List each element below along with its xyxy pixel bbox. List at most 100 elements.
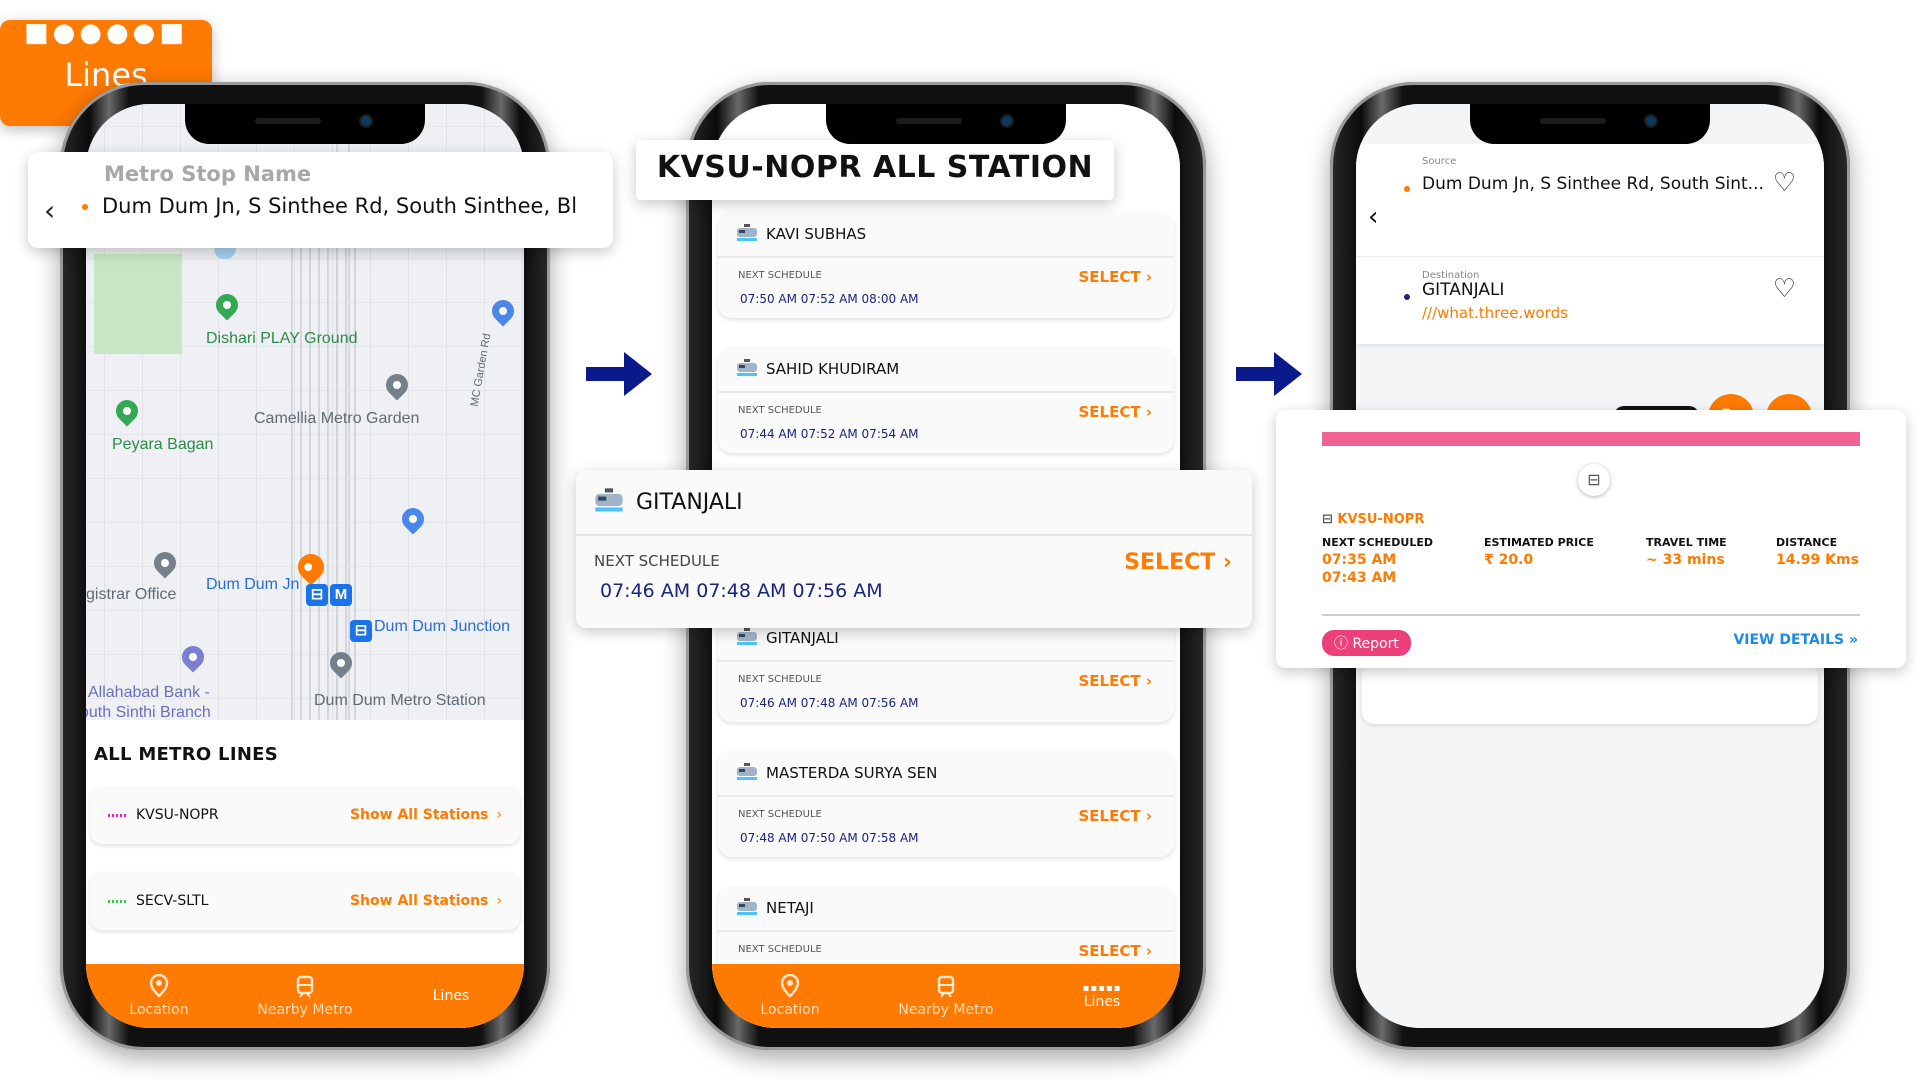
report-button[interactable]: ⓘ Report: [1322, 630, 1411, 656]
show-all-stations-link[interactable]: Show All Stations: [350, 807, 488, 823]
lines-dots-icon: ■●●●●■: [24, 18, 188, 48]
distance-stat: DISTANCE 14.99 Kms: [1776, 536, 1859, 568]
nav-location[interactable]: Location: [86, 964, 232, 1028]
nav-nearby-metro[interactable]: Nearby Metro: [868, 964, 1024, 1028]
nav-nearby-label: Nearby Metro: [257, 1002, 353, 1018]
station-name: SAHID KHUDIRAM: [766, 360, 900, 378]
nav-lines[interactable]: ▪▪▪▪▪ Lines: [1024, 964, 1180, 1028]
nav-lines[interactable]: Lines: [378, 964, 524, 1028]
train-icon: [737, 898, 757, 915]
back-chevron-icon[interactable]: ‹: [1368, 202, 1378, 232]
travel-time-stat: TRAVEL TIME ~ 33 mins: [1646, 536, 1727, 568]
divider: [1322, 614, 1860, 616]
train-icon: [737, 628, 757, 645]
route-line-name: ⊟ KVSU-NOPR: [1322, 512, 1425, 527]
next-scheduled-stat: NEXT SCHEDULED 07:35 AM 07:43 AM: [1322, 536, 1433, 586]
select-button[interactable]: SELECT ›: [1078, 672, 1152, 690]
location-pin-icon: [149, 974, 169, 998]
route-line-bar: [1322, 432, 1860, 446]
destination-field[interactable]: GITANJALI: [1422, 280, 1504, 300]
map-label-mc-garden: MC Garden Rd: [468, 332, 494, 408]
schedule-times: 07:48 AM 07:50 AM 07:58 AM: [740, 831, 919, 845]
metro-line-secv-sltl[interactable]: SECV-SLTL Show All Stations ›: [90, 872, 520, 930]
estimated-price-stat: ESTIMATED PRICE ₹ 20.0: [1484, 536, 1594, 568]
station-name: GITANJALI: [766, 629, 839, 647]
nav-location-label: Location: [129, 1002, 189, 1018]
show-all-stations-link[interactable]: Show All Stations: [350, 893, 488, 909]
metro-train-icon: [296, 975, 314, 998]
line-name: KVSU-NOPR: [136, 807, 219, 823]
what-three-words-link[interactable]: ///what.three.words: [1422, 304, 1568, 322]
heart-icon[interactable]: ♡: [1773, 274, 1796, 304]
schedule-times: 07:44 AM 07:52 AM 07:54 AM: [740, 427, 919, 441]
metro-line-kvsu-nopr[interactable]: KVSU-NOPR Show All Stations ›: [90, 786, 520, 844]
chevron-right-icon: ›: [496, 893, 502, 909]
source-label: Source: [1422, 156, 1457, 167]
phone-notch: [826, 104, 1066, 144]
train-icon: [737, 359, 757, 376]
back-chevron-icon[interactable]: ‹: [44, 194, 55, 227]
chevron-right-icon: ›: [496, 807, 502, 823]
place-pin-icon[interactable]: [381, 369, 413, 401]
bottom-nav: Location Nearby Metro ▪▪▪▪▪ Lines: [712, 964, 1180, 1028]
map-label-dumdum-junction: Dum Dum Junction: [374, 618, 511, 635]
schedule-times: 07:46 AM 07:48 AM 07:56 AM: [600, 580, 883, 602]
metro-stop-label: Metro Stop Name: [104, 162, 312, 186]
shop-pin-icon[interactable]: [397, 503, 429, 535]
nav-lines-label: Lines: [432, 988, 470, 1004]
arrow-right-icon: [1236, 352, 1302, 396]
select-button[interactable]: SELECT ›: [1078, 268, 1152, 286]
museum-pin-icon[interactable]: [149, 547, 181, 579]
source-field[interactable]: Dum Dum Jn, S Sinthee Rd, South Sint...: [1422, 174, 1764, 194]
park-pin-icon[interactable]: [111, 395, 143, 427]
heart-icon[interactable]: ♡: [1773, 168, 1796, 198]
line-title-callout: KVSU-NOPR ALL STATION: [636, 140, 1114, 200]
double-chevron-icon: »: [1848, 632, 1858, 648]
line-color-icon: [108, 813, 126, 817]
select-button[interactable]: SELECT ›: [1078, 942, 1152, 960]
map-label-dumdum-jn: Dum Dum Jn: [206, 576, 300, 593]
train-icon: [737, 763, 757, 780]
info-icon: ⓘ: [1334, 636, 1353, 652]
shop-pin-icon[interactable]: [487, 295, 519, 327]
nav-location[interactable]: Location: [712, 964, 868, 1028]
station-card[interactable]: MASTERDA SURYA SEN NEXT SCHEDULE 07:48 A…: [718, 751, 1174, 857]
nav-lines-label: Lines: [1083, 993, 1121, 1010]
select-button[interactable]: SELECT ›: [1078, 403, 1152, 421]
arrow-right-icon: [586, 352, 652, 396]
park-pin-icon[interactable]: [211, 289, 243, 321]
next-schedule-label: NEXT SCHEDULE: [738, 944, 822, 955]
station-card[interactable]: GITANJALI NEXT SCHEDULE 07:46 AM 07:48 A…: [718, 616, 1174, 722]
train-station-icon[interactable]: ⊟: [306, 584, 328, 606]
select-button[interactable]: SELECT ›: [1124, 550, 1232, 575]
map-label-allahabad: Allahabad Bank -: [88, 684, 210, 701]
source-dot-icon: [1404, 186, 1410, 192]
metro-m-icon[interactable]: M: [330, 584, 352, 606]
route-card-callout[interactable]: ⊟ ⊟ KVSU-NOPR NEXT SCHEDULED 07:35 AM 07…: [1276, 410, 1906, 668]
select-button[interactable]: SELECT ›: [1078, 807, 1152, 825]
next-schedule-label: NEXT SCHEDULE: [738, 270, 822, 281]
train-station-icon[interactable]: ⊟: [350, 620, 372, 642]
line-color-icon: [108, 899, 126, 903]
station-name: NETAJI: [766, 899, 814, 917]
destination-dot-icon: [1404, 294, 1410, 300]
next-schedule-label: NEXT SCHEDULE: [738, 674, 822, 685]
map-label-dishari: Dishari PLAY Ground: [206, 330, 358, 347]
nav-nearby-metro[interactable]: Nearby Metro: [232, 964, 378, 1028]
metro-train-icon: ⊟: [1322, 512, 1338, 527]
metro-train-icon: ⊟: [1578, 464, 1610, 496]
station-name: KAVI SUBHAS: [766, 225, 867, 243]
bank-pin-icon[interactable]: [177, 641, 209, 673]
station-highlight-callout[interactable]: GITANJALI NEXT SCHEDULE 07:46 AM 07:48 A…: [576, 470, 1252, 628]
metro-stop-field[interactable]: Dum Dum Jn, S Sinthee Rd, South Sinthee,…: [102, 194, 602, 218]
railway-tracks: [291, 214, 361, 720]
schedule-times: 07:50 AM 07:52 AM 08:00 AM: [740, 292, 919, 306]
station-name: GITANJALI: [636, 489, 743, 515]
train-icon: [595, 488, 623, 512]
station-card[interactable]: KAVI SUBHAS NEXT SCHEDULE 07:50 AM 07:52…: [718, 212, 1174, 318]
nav-location-label: Location: [760, 1002, 820, 1018]
view-details-link[interactable]: VIEW DETAILS »: [1733, 632, 1858, 648]
phone-notch: [1470, 104, 1710, 144]
next-schedule-label: NEXT SCHEDULE: [594, 552, 720, 570]
station-card[interactable]: SAHID KHUDIRAM NEXT SCHEDULE 07:44 AM 07…: [718, 347, 1174, 453]
